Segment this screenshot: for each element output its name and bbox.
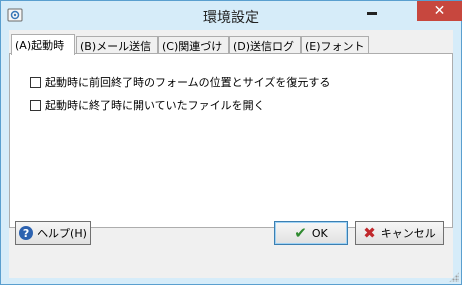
window-title: 環境設定: [203, 10, 259, 26]
help-button[interactable]: ? ヘルプ(H): [15, 221, 91, 245]
help-button-label: ヘルプ(H): [37, 227, 87, 240]
restore-position-label: 起動時に前回終了時のフォームの位置とサイズを復元する: [45, 76, 331, 89]
help-icon: ?: [19, 226, 34, 240]
cancel-button[interactable]: ✖ キャンセル: [355, 221, 444, 245]
option-restore-position[interactable]: 起動時に前回終了時のフォームの位置とサイズを復元する: [30, 74, 330, 90]
tab-strip: (A)起動時 (B)メール送信 (C)関連づけ (D)送信ログ (E)フォント: [9, 34, 453, 55]
tab-mail-send[interactable]: (B)メール送信: [76, 36, 158, 53]
restore-position-checkbox[interactable]: [30, 76, 41, 88]
ok-button-label: OK: [311, 226, 328, 240]
close-button[interactable]: ✕: [417, 1, 462, 21]
tab-association[interactable]: (C)関連づけ: [158, 36, 229, 53]
cross-icon: ✖: [363, 223, 376, 242]
title-bar[interactable]: 環境設定 ✕: [1, 1, 462, 30]
open-last-files-checkbox[interactable]: [30, 99, 41, 111]
tab-panel-startup: 起動時に前回終了時のフォームの位置とサイズを復元する 起動時に終了時に開いていた…: [9, 53, 453, 228]
minimize-button[interactable]: [358, 1, 385, 21]
close-icon: ✕: [433, 3, 446, 19]
dialog-client-area: (A)起動時 (B)メール送信 (C)関連づけ (D)送信ログ (E)フォント …: [9, 30, 453, 278]
tab-send-log[interactable]: (D)送信ログ: [229, 36, 301, 53]
option-open-last-files[interactable]: 起動時に終了時に開いていたファイルを開く: [30, 97, 265, 113]
tab-font[interactable]: (E)フォント: [301, 36, 369, 53]
checkmark-icon: ✔: [294, 223, 307, 242]
ok-button[interactable]: ✔ OK: [274, 221, 348, 245]
cancel-button-label: キャンセル: [380, 227, 436, 240]
settings-window: 環境設定 ✕ (A)起動時 (B)メール送信 (C)関連づけ (D)送信ログ (…: [0, 0, 462, 285]
tab-startup[interactable]: (A)起動時: [11, 34, 75, 55]
minimize-icon: [366, 12, 377, 15]
open-last-files-label: 起動時に終了時に開いていたファイルを開く: [45, 99, 265, 112]
